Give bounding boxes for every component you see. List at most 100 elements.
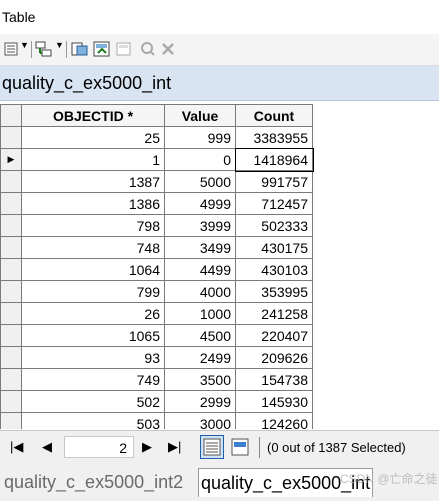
cell-count[interactable]: 991757 xyxy=(235,170,313,193)
attribute-grid[interactable]: OBJECTID * Value Count 25 999 3383955 ▶ 1 0 14… xyxy=(0,101,439,429)
table-row[interactable]: 799 4000 353995 xyxy=(0,280,313,303)
table-row[interactable]: 798 3999 502333 xyxy=(0,214,313,237)
row-selector-header[interactable] xyxy=(0,104,22,127)
row-selector[interactable] xyxy=(0,280,22,303)
cell-count[interactable]: 430175 xyxy=(235,236,313,259)
table-row[interactable]: 93 2499 209626 xyxy=(0,346,313,369)
show-selected-records-icon[interactable] xyxy=(228,435,252,459)
cell-objectid[interactable]: 1386 xyxy=(21,192,165,215)
header-row: OBJECTID * Value Count xyxy=(0,104,313,127)
cell-count[interactable]: 154738 xyxy=(235,368,313,391)
table-name-header: quality_c_ex5000_int xyxy=(0,66,439,101)
row-pointer-icon[interactable]: ▶ xyxy=(0,148,22,171)
show-all-records-icon[interactable] xyxy=(200,435,224,459)
table-row[interactable]: 1386 4999 712457 xyxy=(0,192,313,215)
next-record-icon[interactable]: ▶ xyxy=(142,439,152,455)
cell-value[interactable]: 2499 xyxy=(164,346,236,369)
cell-value[interactable]: 4499 xyxy=(164,258,236,281)
table-row[interactable]: 1387 5000 991757 xyxy=(0,170,313,193)
cell-objectid[interactable]: 1387 xyxy=(21,170,165,193)
cell-objectid[interactable]: 748 xyxy=(21,236,165,259)
cell-count[interactable]: 1418964 xyxy=(234,147,314,172)
select-by-attributes-icon[interactable] xyxy=(71,40,89,58)
cell-value[interactable]: 1000 xyxy=(164,302,236,325)
cell-value[interactable]: 3499 xyxy=(164,236,236,259)
clear-selection-icon[interactable] xyxy=(115,40,133,58)
table-row[interactable]: 1065 4500 220407 xyxy=(0,324,313,347)
cell-count[interactable]: 241258 xyxy=(235,302,313,325)
cell-objectid[interactable]: 798 xyxy=(21,214,165,237)
row-selector[interactable] xyxy=(0,126,22,149)
related-tables-dropdown-icon[interactable]: ▼ xyxy=(55,40,64,58)
row-selector[interactable] xyxy=(0,170,22,193)
cell-count[interactable]: 209626 xyxy=(235,346,313,369)
table-row[interactable]: 1064 4499 430103 xyxy=(0,258,313,281)
table-row[interactable]: 502 2999 145930 xyxy=(0,390,313,413)
navigation-separator xyxy=(259,437,260,458)
cell-objectid[interactable]: 502 xyxy=(21,390,165,413)
cell-value[interactable]: 4000 xyxy=(164,280,236,303)
cell-value[interactable]: 3000 xyxy=(164,412,236,429)
cell-value[interactable]: 0 xyxy=(164,148,236,171)
cell-count[interactable]: 712457 xyxy=(235,192,313,215)
row-selector[interactable] xyxy=(0,368,22,391)
last-record-icon[interactable]: ▶| xyxy=(168,439,181,455)
table-row[interactable]: 25 999 3383955 xyxy=(0,126,313,149)
row-selector[interactable] xyxy=(0,302,22,325)
cell-objectid[interactable]: 503 xyxy=(21,412,165,429)
table-row[interactable]: 503 3000 124260 xyxy=(0,412,313,429)
cell-count[interactable]: 145930 xyxy=(235,390,313,413)
row-selector[interactable] xyxy=(0,214,22,237)
row-selector[interactable] xyxy=(0,412,22,429)
cell-value[interactable]: 3500 xyxy=(164,368,236,391)
switch-selection-icon[interactable] xyxy=(93,40,111,58)
row-selector[interactable] xyxy=(0,192,22,215)
cell-count[interactable]: 430103 xyxy=(235,258,313,281)
table-options-dropdown-icon[interactable]: ▼ xyxy=(20,40,29,58)
table-row[interactable]: 26 1000 241258 xyxy=(0,302,313,325)
cell-objectid[interactable]: 799 xyxy=(21,280,165,303)
cell-value[interactable]: 4500 xyxy=(164,324,236,347)
cell-objectid[interactable]: 1064 xyxy=(21,258,165,281)
current-record-input[interactable]: 2 xyxy=(64,436,134,458)
cell-objectid[interactable]: 25 xyxy=(21,126,165,149)
toolbar-separator xyxy=(31,41,32,58)
tab-quality-c-ex5000-int2[interactable]: quality_c_ex5000_int2 xyxy=(2,468,185,496)
column-header-objectid[interactable]: OBJECTID * xyxy=(21,104,165,127)
cell-count[interactable]: 3383955 xyxy=(235,126,313,149)
toolbar-separator xyxy=(66,41,67,58)
previous-record-icon[interactable]: ◀ xyxy=(42,439,52,455)
cell-value[interactable]: 999 xyxy=(164,126,236,149)
column-header-count[interactable]: Count xyxy=(235,104,313,127)
cell-value[interactable]: 4999 xyxy=(164,192,236,215)
cell-value[interactable]: 2999 xyxy=(164,390,236,413)
cell-objectid[interactable]: 26 xyxy=(21,302,165,325)
table-options-icon[interactable] xyxy=(4,40,18,58)
table-row[interactable]: 748 3499 430175 xyxy=(0,236,313,259)
cell-count[interactable]: 353995 xyxy=(235,280,313,303)
delete-selected-icon[interactable] xyxy=(160,40,176,58)
related-tables-icon[interactable] xyxy=(35,40,53,58)
row-selector[interactable] xyxy=(0,346,22,369)
first-record-icon[interactable]: |◀ xyxy=(10,439,23,455)
row-selector[interactable] xyxy=(0,236,22,259)
cell-value[interactable]: 3999 xyxy=(164,214,236,237)
selection-status: (0 out of 1387 Selected) xyxy=(267,440,406,455)
column-header-value[interactable]: Value xyxy=(164,104,236,127)
table-row[interactable]: 749 3500 154738 xyxy=(0,368,313,391)
cell-value[interactable]: 5000 xyxy=(164,170,236,193)
table-body: 25 999 3383955 ▶ 1 0 1418964 1387 5000 991757 1386… xyxy=(0,126,314,429)
cell-count[interactable]: 220407 xyxy=(235,324,313,347)
cell-count[interactable]: 502333 xyxy=(235,214,313,237)
cell-count[interactable]: 124260 xyxy=(235,412,313,429)
cell-objectid[interactable]: 93 xyxy=(21,346,165,369)
zoom-to-selected-icon[interactable] xyxy=(138,40,156,58)
cell-objectid[interactable]: 1065 xyxy=(21,324,165,347)
cell-objectid[interactable]: 1 xyxy=(21,148,165,171)
cell-objectid[interactable]: 749 xyxy=(21,368,165,391)
row-selector[interactable] xyxy=(0,258,22,281)
attribute-table: OBJECTID * Value Count 25 999 3383955 ▶ 1 0 14… xyxy=(0,104,314,429)
table-row[interactable]: ▶ 1 0 1418964 xyxy=(0,147,314,172)
row-selector[interactable] xyxy=(0,324,22,347)
row-selector[interactable] xyxy=(0,390,22,413)
